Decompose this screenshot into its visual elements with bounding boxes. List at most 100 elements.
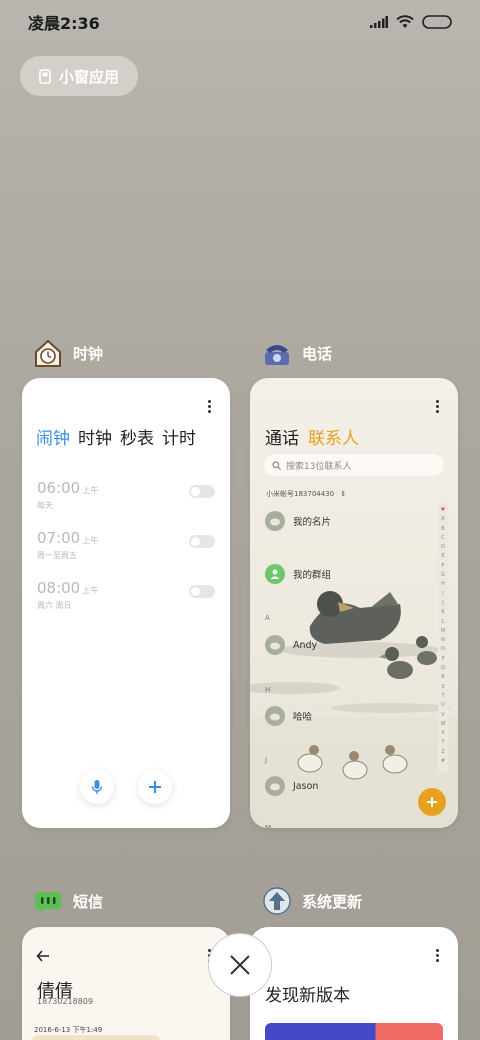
add-alarm-button[interactable] [138, 770, 172, 804]
small-window-apps-button[interactable]: 小窗应用 [20, 56, 138, 96]
contact-row[interactable]: 哈哈 [265, 706, 312, 726]
alarm-toggle[interactable] [189, 585, 215, 598]
microphone-icon [91, 780, 103, 794]
alpha-index-item[interactable]: A [441, 515, 444, 524]
phone-more-icon[interactable] [436, 400, 440, 413]
alarm-repeat: 每天 [37, 501, 53, 510]
voice-alarm-button[interactable] [80, 770, 114, 804]
alpha-index-item[interactable]: Y [441, 738, 444, 747]
add-contact-button[interactable] [418, 788, 446, 816]
alpha-index-item[interactable]: ♥ [441, 506, 445, 515]
tab-stopwatch[interactable]: 秒表 [120, 424, 154, 449]
my-card-row[interactable]: 我的名片 [265, 511, 331, 531]
account-label: 小米帐号183704430 [266, 490, 335, 498]
alarm-repeat: 周一至周五 [37, 551, 77, 560]
alpha-index-item[interactable]: T [441, 692, 444, 701]
alpha-index-item[interactable]: D [441, 543, 445, 552]
contact-name: 哈哈 [293, 712, 313, 723]
contact-name: 我的群组 [293, 570, 332, 581]
alarm-ampm: 上午 [82, 486, 99, 495]
contact-name: 我的名片 [293, 517, 332, 528]
update-app-name: 系统更新 [302, 892, 363, 911]
avatar [265, 511, 285, 531]
signal-icon [370, 16, 388, 28]
sms-contact-number: 18730218809 [37, 997, 93, 1006]
alpha-index-item[interactable]: S [441, 683, 444, 692]
alpha-index-item[interactable]: Z [441, 748, 444, 757]
alarm-toggle[interactable] [189, 485, 215, 498]
alpha-index-item[interactable]: # [441, 757, 445, 766]
tab-alarm[interactable]: 闹钟 [36, 424, 70, 449]
alarm-row[interactable]: 06:00 上午 每天 [37, 478, 215, 518]
alpha-index-item[interactable]: M [441, 627, 445, 636]
swap-icon: ⇕ [340, 490, 347, 498]
update-app-card[interactable]: 发现新版本 [250, 927, 458, 1040]
contacts-search-input[interactable]: 搜索13位联系人 [264, 454, 444, 476]
alpha-index-item[interactable]: H [441, 580, 445, 589]
contact-row[interactable]: Jason [265, 776, 318, 796]
status-time: 凌晨2:36 [28, 14, 100, 33]
update-app-icon [262, 886, 292, 916]
tab-contacts[interactable]: 联系人 [308, 424, 359, 449]
phone-app-card[interactable]: 通话 联系人 搜索13位联系人 小米帐号183704430 ⇕ 我的名片 我的群… [250, 378, 458, 828]
wifi-icon [396, 15, 414, 28]
clock-app-icon [33, 338, 63, 368]
search-placeholder: 搜索13位联系人 [286, 461, 352, 472]
battery-icon [422, 15, 452, 29]
alpha-index-item[interactable]: C [441, 534, 445, 543]
clock-tabs: 闹钟 时钟 秒表 计时 [36, 424, 196, 449]
alarm-row[interactable]: 08:00 上午 周六 周日 [37, 578, 215, 618]
update-title: 发现新版本 [265, 986, 350, 1006]
alpha-index-item[interactable]: P [441, 655, 444, 664]
avatar [265, 776, 285, 796]
back-arrow-icon[interactable] [36, 950, 50, 962]
update-more-icon[interactable] [436, 949, 440, 962]
section-letter: A [265, 614, 270, 622]
account-selector[interactable]: 小米帐号183704430 ⇕ [266, 489, 346, 499]
clock-app-name: 时钟 [73, 344, 104, 363]
clear-all-button[interactable] [208, 933, 272, 997]
alpha-index-item[interactable]: J [442, 599, 443, 608]
alpha-index-item[interactable]: W [441, 720, 446, 729]
phone-tabs: 通话 联系人 [265, 424, 359, 449]
sms-app-name: 短信 [73, 892, 104, 911]
contact-row[interactable]: Andy [265, 635, 317, 655]
tab-clock[interactable]: 时钟 [78, 424, 112, 449]
section-letter: H [265, 686, 271, 694]
close-icon [230, 955, 250, 975]
alpha-index-item[interactable]: R [441, 673, 444, 682]
tab-timer[interactable]: 计时 [162, 424, 196, 449]
alarm-time: 06:00 [37, 479, 81, 497]
alpha-index-item[interactable]: B [441, 525, 444, 534]
clock-app-card[interactable]: 闹钟 时钟 秒表 计时 06:00 上午 每天 07:00 上午 周一至周五 08:… [22, 378, 230, 828]
alarm-time: 08:00 [37, 579, 81, 597]
alpha-index-item[interactable]: K [441, 608, 444, 617]
small-window-icon [39, 68, 51, 84]
alarm-repeat: 周六 周日 [37, 601, 72, 610]
section-letter: J [265, 756, 268, 764]
contact-name: Jason [293, 780, 319, 792]
alpha-index-item[interactable]: N [441, 636, 445, 645]
alpha-index-item[interactable]: I [442, 590, 443, 599]
clock-more-icon[interactable] [208, 400, 212, 413]
alpha-index-item[interactable]: Q [441, 664, 445, 673]
alpha-index-item[interactable]: E [441, 552, 444, 561]
alpha-index-item[interactable]: X [441, 729, 444, 738]
sms-app-card[interactable]: 倩倩 18730218809 2016-6-13 下午1:49 [22, 927, 230, 1040]
plus-icon [427, 797, 437, 807]
alarm-row[interactable]: 07:00 上午 周一至周五 [37, 528, 215, 568]
alpha-index-item[interactable]: F [442, 562, 445, 571]
alpha-index-item[interactable]: V [441, 711, 444, 720]
alpha-index-item[interactable]: G [441, 571, 445, 580]
alpha-index-item[interactable]: O [441, 645, 445, 654]
alpha-index-item[interactable]: L [442, 618, 445, 627]
tab-calls[interactable]: 通话 [265, 424, 299, 449]
alphabet-index-scrollbar[interactable]: ♥ A B C D E F G H I J K L M N O P Q R S … [438, 502, 448, 774]
update-app-header: 系统更新 [262, 886, 362, 916]
alpha-index-item[interactable]: U [441, 701, 445, 710]
sms-app-header: 短信 [33, 886, 103, 916]
sms-date: 2016-6-13 下午1:49 [34, 1026, 103, 1034]
alarm-toggle[interactable] [189, 535, 215, 548]
my-groups-row[interactable]: 我的群组 › [265, 564, 443, 584]
status-icons [370, 15, 452, 29]
